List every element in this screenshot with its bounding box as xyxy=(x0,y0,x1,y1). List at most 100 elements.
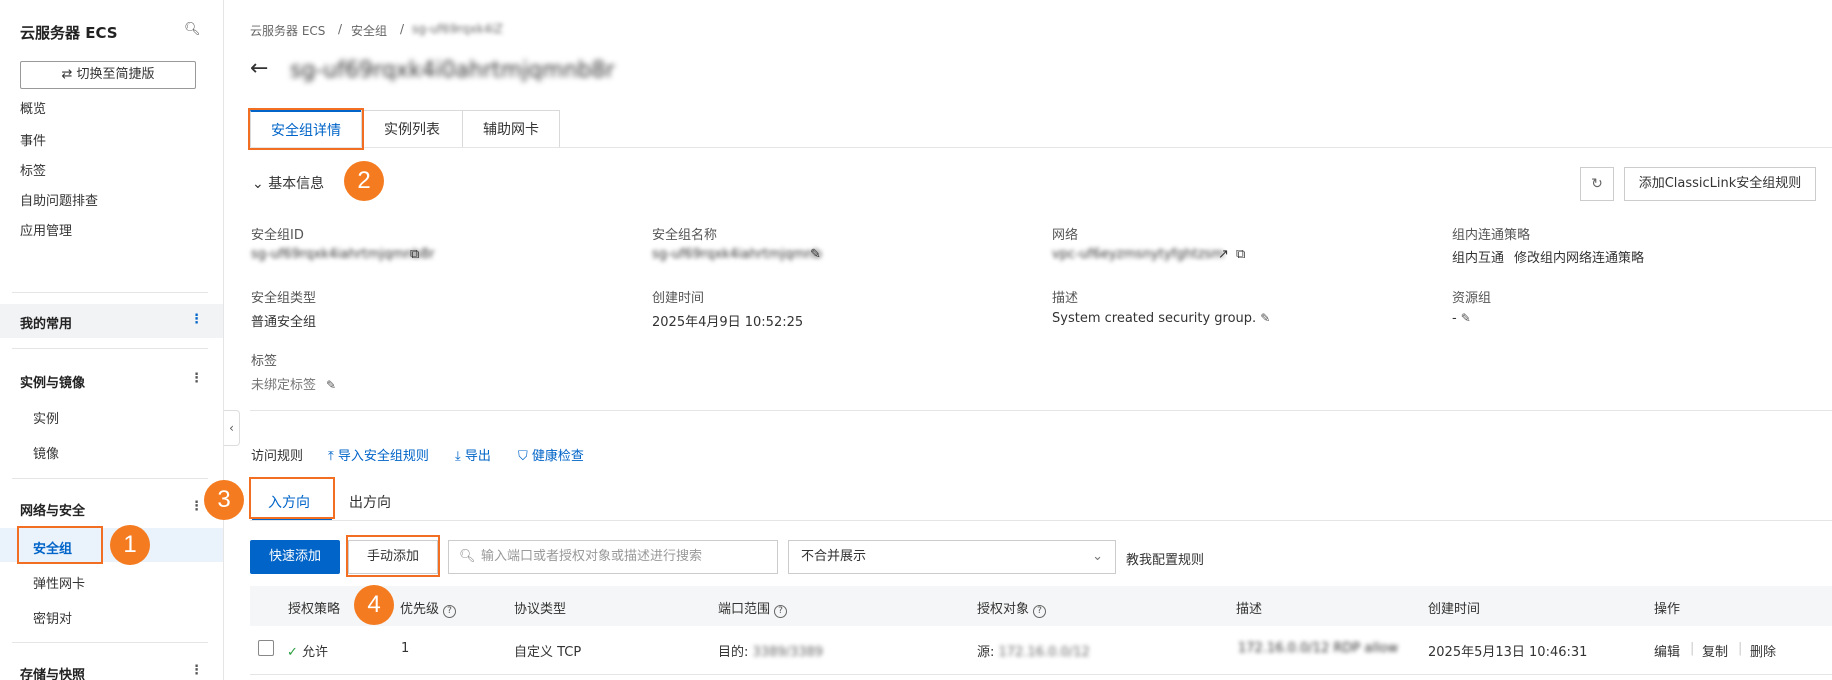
field-label: 网络 xyxy=(1052,228,1079,243)
field-label: 创建时间 xyxy=(652,291,705,306)
type-value: 普通安全组 xyxy=(251,315,317,330)
quick-add-button[interactable]: 快速添加 xyxy=(250,540,340,574)
network-link[interactable]: vpc-uf6eyzmsnytyfghtzsm xyxy=(1052,247,1224,262)
page-title: sg-uf69rqxk4i0ahrtmjqmnb8r xyxy=(290,58,615,83)
sidebar-item-events[interactable]: 事件 xyxy=(20,130,46,149)
tab-instances[interactable]: 实例列表 xyxy=(361,110,463,148)
sidebar-item-overview[interactable]: 概览 xyxy=(20,98,46,117)
search-icon[interactable]: 🔍︎ xyxy=(184,22,201,37)
field-label: 安全组类型 xyxy=(251,291,317,306)
help-icon[interactable]: ? xyxy=(1033,605,1047,618)
breadcrumb-item[interactable]: 云服务器 ECS xyxy=(250,22,325,39)
created-cell: 2025年5月13日 10:46:31 xyxy=(1428,645,1588,660)
column-header: 授权策略 xyxy=(288,602,341,617)
sidebar-group-my-common[interactable]: 我的常用 xyxy=(20,313,72,332)
help-icon[interactable]: ? xyxy=(774,605,788,618)
more-icon[interactable]: ⋮ xyxy=(190,663,203,678)
modify-policy-link[interactable]: 修改组内网络连通策略 xyxy=(1514,247,1644,266)
add-classiclink-button[interactable]: 添加ClassicLink安全组规则 xyxy=(1624,167,1816,201)
refresh-icon[interactable]: ↻ xyxy=(1580,167,1614,201)
column-header: 描述 xyxy=(1236,602,1263,617)
copy-icon[interactable]: ⧉ xyxy=(1236,247,1245,262)
arrow-left-icon[interactable]: ← xyxy=(250,56,268,81)
column-header: 操作 xyxy=(1654,602,1681,617)
switch-simple-button[interactable]: ⇄ 切换至简捷版 xyxy=(20,61,196,89)
sidebar-item-images[interactable]: 镜像 xyxy=(33,443,59,462)
edit-icon[interactable]: ✎ xyxy=(810,247,821,262)
health-check-link[interactable]: ⛉ 健康检查 xyxy=(518,445,584,464)
sg-id-value: sg-uf69rqxk4iahrtmjqmnb8r xyxy=(251,247,435,262)
created-value: 2025年4月9日 10:52:25 xyxy=(652,315,804,330)
chevron-down-icon: ⌄ xyxy=(252,176,269,192)
annotation-box xyxy=(346,535,440,577)
sidebar-divider xyxy=(12,292,208,293)
action-separator: | xyxy=(1690,641,1695,656)
sidebar-divider xyxy=(12,348,208,349)
help-icon[interactable]: ? xyxy=(443,605,457,618)
sidebar-title: 云服务器 ECS xyxy=(20,24,118,42)
sidebar-divider xyxy=(12,478,208,479)
tab-eni[interactable]: 辅助网卡 xyxy=(462,110,560,148)
copy-icon[interactable]: ⧉ xyxy=(410,247,419,262)
copy-rule-link[interactable]: 复制 xyxy=(1702,641,1728,660)
edit-rule-link[interactable]: 编辑 xyxy=(1654,641,1680,660)
upload-icon: ⤒ xyxy=(328,449,338,464)
more-icon[interactable]: ⋮ xyxy=(190,371,203,386)
external-link-icon[interactable]: ↗ xyxy=(1218,247,1229,262)
sidebar-item-keypair[interactable]: 密钥对 xyxy=(33,608,72,627)
annotation-badge: 2 xyxy=(344,161,384,201)
field-label: 安全组ID xyxy=(251,228,304,243)
export-link[interactable]: ⤓ 导出 xyxy=(455,445,491,464)
sidebar-item-instances[interactable]: 实例 xyxy=(33,408,59,427)
desc-value: System created security group. ✎ xyxy=(1052,311,1271,326)
more-icon[interactable]: ⋮ xyxy=(190,312,203,327)
action-separator: | xyxy=(1738,641,1743,656)
import-rules-link[interactable]: ⤒ 导入安全组规则 xyxy=(328,445,429,464)
annotation-badge: 4 xyxy=(354,585,394,625)
sidebar-group-storage[interactable]: 存储与快照 xyxy=(20,664,85,680)
priority-cell: 1 xyxy=(401,641,410,656)
breadcrumb-separator: / xyxy=(400,22,405,36)
sidebar: 云服务器 ECS 🔍︎ ⇄ 切换至简捷版 概览 事件 标签 自助问题排查 应用管… xyxy=(0,0,224,680)
column-header: 协议类型 xyxy=(514,602,567,617)
row-checkbox[interactable] xyxy=(258,640,274,656)
basic-info-toggle[interactable]: ⌄ 基本信息 xyxy=(252,173,324,193)
policy-cell: ✓ 允许 xyxy=(287,645,329,660)
edit-icon[interactable]: ✎ xyxy=(1461,311,1471,325)
desc-cell: 172.16.0.0/12 RDP allow xyxy=(1238,641,1399,656)
download-icon: ⤓ xyxy=(455,449,465,464)
breadcrumb-separator: / xyxy=(338,22,343,36)
sidebar-item-eni[interactable]: 弹性网卡 xyxy=(33,573,85,592)
annotation-box xyxy=(17,526,103,564)
tabs-divider xyxy=(250,520,1832,521)
field-label: 标签 xyxy=(251,354,278,369)
tags-value: 未绑定标签 ✎ xyxy=(251,378,337,393)
more-icon[interactable]: ⋮ xyxy=(190,499,203,514)
sidebar-group-instances[interactable]: 实例与镜像 xyxy=(20,372,85,391)
column-header: 优先级? xyxy=(400,598,457,618)
delete-rule-link[interactable]: 删除 xyxy=(1750,641,1776,660)
annotation-badge: 1 xyxy=(110,525,150,565)
sidebar-item-app-mgmt[interactable]: 应用管理 xyxy=(20,220,72,239)
tab-outbound[interactable]: 出方向 xyxy=(349,492,391,512)
swap-icon: ⇄ xyxy=(61,67,77,82)
collapse-sidebar-icon[interactable]: ‹ xyxy=(224,410,240,446)
column-header: 授权对象? xyxy=(977,598,1047,618)
edit-icon[interactable]: ✎ xyxy=(1260,311,1270,325)
field-label: 组内连通策略 xyxy=(1452,228,1531,243)
teach-rules-link[interactable]: 教我配置规则 xyxy=(1126,549,1204,568)
column-header: 创建时间 xyxy=(1428,602,1481,617)
field-label: 描述 xyxy=(1052,291,1079,306)
edit-icon[interactable]: ✎ xyxy=(326,378,336,392)
annotation-box xyxy=(249,477,335,519)
search-input[interactable]: 🔍︎ 输入端口或者授权对象或描述进行搜索 xyxy=(448,540,778,574)
breadcrumb-item[interactable]: 安全组 xyxy=(351,22,387,39)
tabs-divider xyxy=(248,147,1832,148)
sidebar-group-network[interactable]: 网络与安全 xyxy=(20,500,85,519)
sidebar-item-troubleshoot[interactable]: 自助问题排查 xyxy=(20,190,98,209)
section-divider xyxy=(250,410,1832,411)
sg-name-value: sg-uf69rqxk4iahrtmjqmnb xyxy=(652,247,822,262)
sidebar-item-tags[interactable]: 标签 xyxy=(20,160,46,179)
merge-select[interactable]: 不合并展示 ⌄ xyxy=(788,540,1116,574)
shield-icon: ⛉ xyxy=(518,449,532,464)
